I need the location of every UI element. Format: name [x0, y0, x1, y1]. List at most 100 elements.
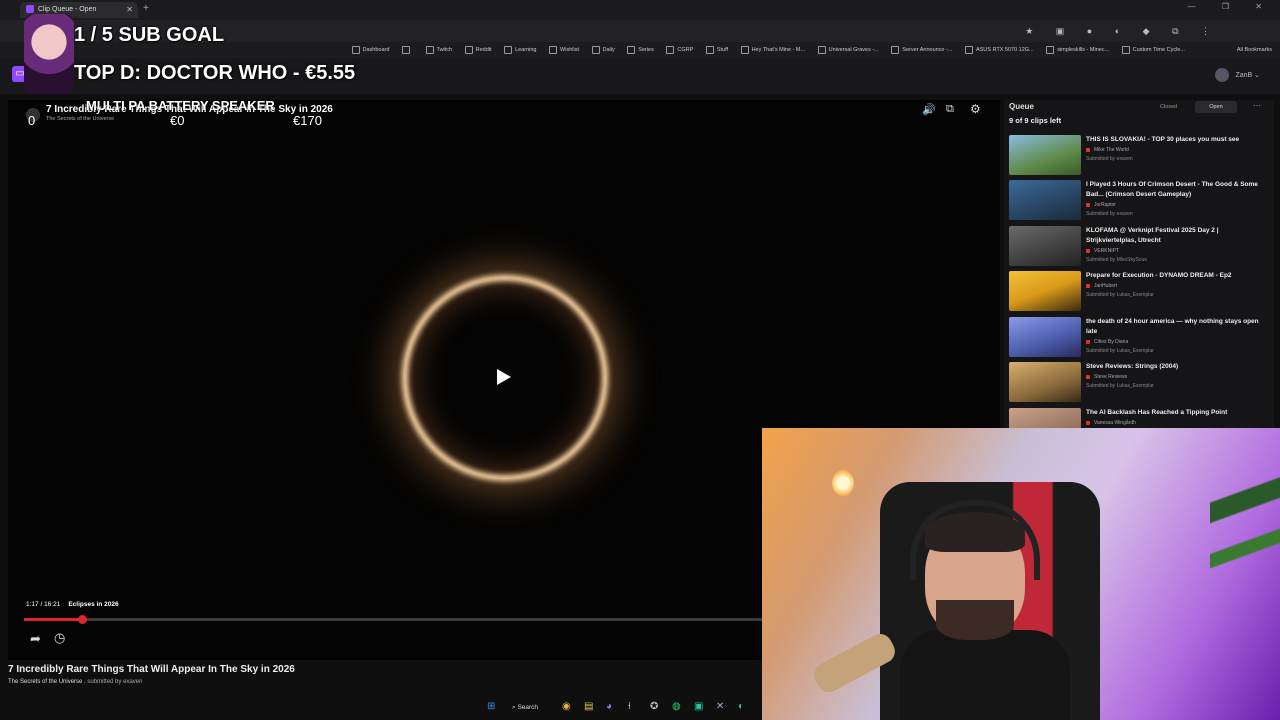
bookmark-item[interactable]: Twitch: [425, 42, 452, 58]
video-channel[interactable]: The Secrets of the Universe: [46, 116, 114, 122]
bookmark-item[interactable]: Series: [627, 42, 654, 58]
bookmark-item[interactable]: Universal Graves -...: [817, 42, 879, 58]
queue-item-submitter: Submitted by exaven: [1086, 211, 1133, 217]
queue-item-title: The AI Backlash Has Reached a Tipping Po…: [1086, 409, 1228, 416]
extension-icons[interactable]: ★ ▣ ● ◐ ◆ ⧉ ⋮: [1025, 26, 1220, 37]
queue-item-submitter: Submitted by Lukas_Exemplar: [1086, 383, 1154, 389]
progress-bar[interactable]: [24, 618, 764, 621]
bookmark-item[interactable]: Hey That's Mine - M...: [740, 42, 805, 58]
tab-title: Clip Queue - Open: [38, 6, 97, 13]
captions-icon[interactable]: ⧉: [946, 103, 954, 116]
browser-tab-bar: [0, 0, 1280, 20]
queue-item-submitter: Submitted by exaven: [1086, 156, 1133, 162]
progress-fill: [24, 618, 83, 621]
queue-item-channel: JanHubert: [1086, 283, 1117, 289]
bookmark-item[interactable]: Custom Time Cycle...: [1121, 42, 1185, 58]
queue-item[interactable]: Prepare for Execution - DYNAMO DREAM - E…: [1009, 271, 1271, 315]
donation-goal-count: 0: [28, 113, 36, 128]
play-icon[interactable]: [497, 369, 511, 385]
donation-goal-name: MULTI PA BATTERY SPEAKER: [86, 98, 275, 113]
bookmark-item[interactable]: CGRP: [666, 42, 693, 58]
avatar: [1215, 68, 1230, 82]
queue-item[interactable]: THIS IS SLOVAKIA! - TOP 30 places you mu…: [1009, 135, 1271, 179]
new-tab-button[interactable]: +: [143, 3, 149, 14]
bookmark-icon: [740, 45, 749, 54]
user-menu[interactable]: ZanB ⌄: [1215, 68, 1260, 82]
folder-icon: [549, 45, 558, 54]
lamp-light: [832, 470, 854, 496]
clip-channel[interactable]: The Secrets of the Universe: [8, 679, 82, 685]
bookmark-item[interactable]: ASUS RTX 5070 12G...: [964, 42, 1034, 58]
share-icon[interactable]: ➦: [30, 631, 41, 647]
spotify-icon[interactable]: ◍: [672, 701, 681, 712]
bookmark-item[interactable]: simpleskills - Minec...: [1046, 42, 1109, 58]
volume-icon[interactable]: 🔊: [922, 103, 936, 116]
all-bookmarks-button[interactable]: All Bookmarks: [1237, 42, 1272, 58]
pin-icon[interactable]: ⍿: [628, 701, 631, 712]
clip-submitter: . submitted by exaven: [84, 679, 143, 685]
progress-handle[interactable]: [78, 615, 88, 624]
queue-item[interactable]: The AI Backlash Has Reached a Tipping Po…: [1009, 408, 1271, 428]
queue-open-toggle[interactable]: Open: [1195, 101, 1237, 113]
clip-thumbnail: [1009, 317, 1081, 357]
gear-icon[interactable]: ⚙: [970, 102, 981, 116]
queue-item-submitter: Submitted by Lukas_Exemplar: [1086, 292, 1154, 298]
queue-item-title: Prepare for Execution - DYNAMO DREAM - E…: [1086, 272, 1232, 279]
bookmark-item[interactable]: Stuff: [705, 42, 728, 58]
clip-meta: The Secrets of the Universe . submitted …: [8, 679, 142, 685]
queue-item[interactable]: Steve Reviews: Strings (2004) Steve Revi…: [1009, 362, 1271, 406]
more-menu-icon[interactable]: ⋯: [1253, 101, 1261, 110]
bookmark-item[interactable]: Learning: [504, 42, 537, 58]
watch-later-icon[interactable]: ◷: [54, 630, 65, 646]
queue-item[interactable]: the death of 24 hour america — why nothi…: [1009, 317, 1271, 361]
folder-icon: [425, 45, 434, 54]
xbox-icon[interactable]: ✕: [716, 701, 724, 712]
clip-thumbnail: [1009, 408, 1081, 428]
youtube-icon: [1086, 248, 1090, 253]
discord-icon[interactable]: ◕: [606, 701, 612, 712]
windows-start-icon[interactable]: ⊞: [487, 701, 495, 712]
queue-item-channel: JorRaptor: [1086, 202, 1116, 208]
queue-item-title: THIS IS SLOVAKIA! - TOP 30 places you mu…: [1086, 136, 1240, 143]
folder-icon: [705, 45, 714, 54]
close-tab-icon[interactable]: ✕: [126, 2, 133, 18]
streamer-emote-image: [24, 14, 74, 94]
file-explorer-icon[interactable]: ▤: [584, 701, 593, 712]
bookmark-item[interactable]: Dashboard: [351, 42, 389, 58]
donation-goal-target: €170: [293, 113, 322, 128]
top-donation-text: TOP D: DOCTOR WHO - €5.55: [74, 62, 356, 84]
window-controls[interactable]: — ❐ ✕: [1188, 2, 1274, 11]
folder-icon: [504, 45, 513, 54]
queue-item-title: KLOFAMA @ Verknipt Festival 2025 Day 2 |…: [1086, 227, 1219, 244]
folder-icon: [591, 45, 600, 54]
queue-item-title: the death of 24 hour america — why nothi…: [1086, 318, 1259, 335]
folder-icon: [464, 45, 473, 54]
chapter-label: Eclipses in 2026: [68, 601, 119, 608]
queue-item-title: I Played 3 Hours Of Crimson Desert - The…: [1086, 181, 1258, 198]
app-icon[interactable]: ◐: [738, 701, 744, 712]
queue-closed-toggle[interactable]: Closed: [1160, 104, 1177, 110]
clip-title: 7 Incredibly Rare Things That Will Appea…: [8, 664, 295, 675]
settings-app-icon[interactable]: ✪: [650, 701, 658, 712]
queue-item[interactable]: KLOFAMA @ Verknipt Festival 2025 Day 2 |…: [1009, 226, 1271, 270]
bookmark-item[interactable]: Wishlist: [549, 42, 579, 58]
queue-item-channel: Mike The World: [1086, 147, 1129, 153]
taskbar-search[interactable]: ⌕ Search: [512, 701, 538, 715]
time-display: 1:17 / 16:21 Eclipses in 2026: [26, 601, 119, 608]
bookmark-item[interactable]: Server Announce -...: [891, 42, 952, 58]
bookmark-item[interactable]: Reddit: [464, 42, 492, 58]
clip-thumbnail: [1009, 135, 1081, 175]
folder-icon: [666, 45, 675, 54]
youtube-icon: [1086, 420, 1090, 425]
bookmark-item[interactable]: Daily: [591, 42, 615, 58]
app-icon[interactable]: ▣: [694, 701, 703, 712]
chrome-icon[interactable]: ◉: [562, 701, 571, 712]
bookmark-icon: [1046, 45, 1055, 54]
folder-icon: [627, 45, 636, 54]
bookmark-icon: [817, 45, 826, 54]
user-name: ZanB: [1235, 71, 1253, 79]
plant-leaves: [1210, 440, 1280, 620]
queue-item[interactable]: I Played 3 Hours Of Crimson Desert - The…: [1009, 180, 1271, 224]
person-body: [900, 630, 1070, 720]
bookmark-item[interactable]: [401, 42, 413, 58]
